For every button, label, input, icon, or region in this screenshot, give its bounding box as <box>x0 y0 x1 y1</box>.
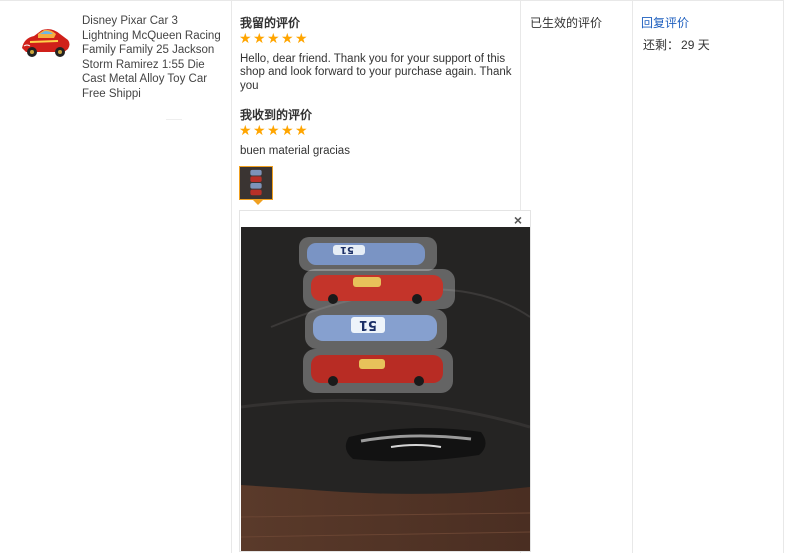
svg-text:51: 51 <box>340 244 354 255</box>
star-icon: ★ <box>253 30 266 46</box>
close-icon[interactable]: × <box>514 213 522 227</box>
table-top-border <box>0 0 783 1</box>
star-icon: ★ <box>295 30 308 46</box>
review-photo-thumbnail[interactable] <box>239 166 273 200</box>
star-icon: ★ <box>267 122 280 138</box>
star-icon: ★ <box>267 30 280 46</box>
received-review-text: buen material gracias <box>240 145 350 157</box>
svg-text:51: 51 <box>359 317 377 332</box>
star-icon: ★ <box>239 122 252 138</box>
star-icon: ★ <box>239 30 252 46</box>
column-divider <box>632 0 633 553</box>
star-icon: ★ <box>281 30 294 46</box>
time-remaining-value: 29 天 <box>681 38 710 52</box>
thumbnail-pointer <box>253 200 263 205</box>
photo-preview-popup: × 51 51 <box>239 210 531 552</box>
product-title[interactable]: Disney Pixar Car 3 Lightning McQueen Rac… <box>82 14 222 102</box>
divider <box>166 119 182 120</box>
time-remaining: 还剩： 29 天 <box>641 36 710 53</box>
received-review-stars: ★ ★ ★ ★ ★ <box>239 122 308 138</box>
product-thumbnail[interactable] <box>18 22 72 60</box>
star-icon: ★ <box>281 122 294 138</box>
column-divider <box>231 0 232 553</box>
column-divider <box>783 0 784 553</box>
received-review-heading: 我收到的评价 <box>240 108 313 122</box>
review-photo[interactable]: 51 51 <box>241 227 530 551</box>
my-review-text: Hello, dear friend. Thank you for your s… <box>240 53 512 92</box>
review-table: Disney Pixar Car 3 Lightning McQueen Rac… <box>0 0 800 553</box>
my-review-heading: 我留的评价 <box>240 16 301 30</box>
reply-review-link[interactable]: 回复评价 <box>641 14 689 31</box>
review-status: 已生效的评价 <box>530 16 603 30</box>
star-icon: ★ <box>295 122 308 138</box>
time-remaining-label: 还剩： <box>643 38 680 52</box>
star-icon: ★ <box>253 122 266 138</box>
my-review-stars: ★ ★ ★ ★ ★ <box>239 30 308 46</box>
